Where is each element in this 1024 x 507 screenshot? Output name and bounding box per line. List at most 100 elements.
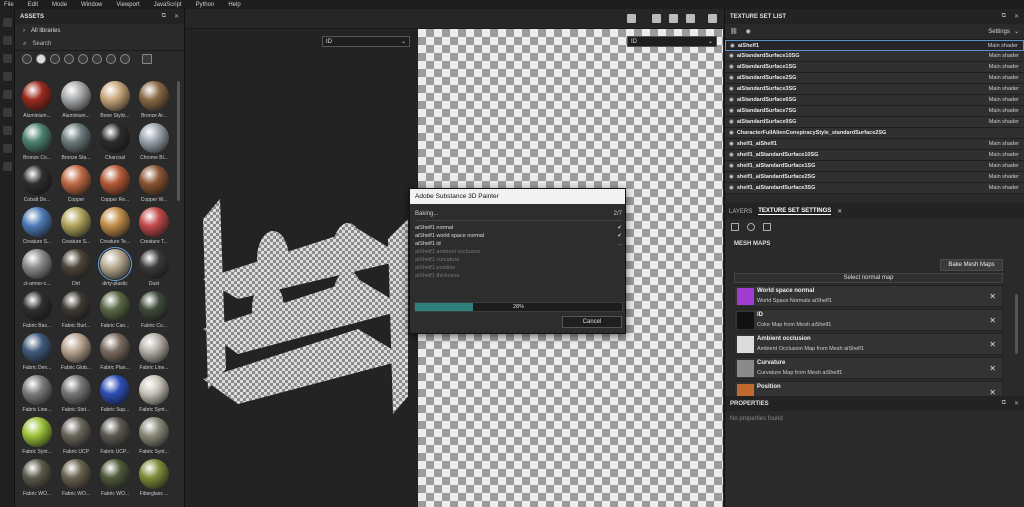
material-thumbnail[interactable]: Copper W... (136, 165, 172, 207)
texture-set-row[interactable]: ◉ shelf1_aiShelf1 Main shader (725, 139, 1024, 150)
texture-set-row[interactable]: ◉ shelf1_aiStandardSurface10SG Main shader (725, 150, 1024, 161)
shader-name[interactable]: Main shader (989, 119, 1019, 125)
menu-item[interactable]: JavaScript (154, 2, 182, 8)
texture-set-row[interactable]: ◉ shelf1_aiStandardSurface3SG Main shader (725, 183, 1024, 194)
material-thumbnail[interactable]: Creature T... (136, 207, 172, 249)
material-thumbnail[interactable]: Aluminium... (58, 81, 94, 123)
eye-icon[interactable]: ◉ (729, 75, 734, 81)
material-thumbnail[interactable]: Fabric Can... (97, 291, 133, 333)
eraser-tool-icon[interactable] (3, 36, 12, 45)
settings-button[interactable]: Settings (988, 29, 1010, 35)
material-thumbnail[interactable]: Fabric Synt... (136, 417, 172, 459)
select-normal-map-button[interactable]: Select normal map (734, 273, 1003, 283)
material-thumbnail[interactable]: Fabric UCP (58, 417, 94, 459)
remove-icon[interactable]: ✕ (989, 292, 996, 301)
clone-tool-icon[interactable] (3, 108, 12, 117)
tab-texture-set-settings[interactable]: TEXTURE SET SETTINGS (758, 208, 832, 215)
material-thumbnail[interactable]: Bronze Co... (19, 123, 55, 165)
material-thumbnail[interactable]: Aluminium... (19, 81, 55, 123)
remove-icon[interactable]: ✕ (989, 340, 996, 349)
shader-name[interactable]: Main shader (989, 53, 1019, 59)
shader-name[interactable]: Main shader (989, 141, 1019, 147)
paint-tool-icon[interactable] (3, 18, 12, 27)
menu-item[interactable]: Mode (52, 2, 67, 8)
bake-mesh-maps-button[interactable]: Bake Mesh Maps (940, 259, 1003, 271)
shader-name[interactable]: Main shader (988, 43, 1018, 49)
material-thumbnail[interactable]: Chrome Bl... (136, 123, 172, 165)
material-thumbnail[interactable]: Fabric Line... (19, 375, 55, 417)
remove-icon[interactable]: ✕ (989, 316, 996, 325)
material-thumbnail[interactable]: Cobalt De... (19, 165, 55, 207)
material-thumbnail[interactable]: Creature Te... (97, 207, 133, 249)
screenshot-icon[interactable] (708, 14, 717, 23)
close-icon[interactable]: ✕ (1014, 400, 1019, 407)
undock-icon[interactable]: ⧉ (1002, 13, 1006, 20)
eye-icon[interactable]: ◉ (729, 86, 734, 92)
eye-icon[interactable]: ◉ (730, 43, 735, 49)
menu-item[interactable]: Edit (28, 2, 38, 8)
tss-scrollbar[interactable] (1015, 294, 1018, 354)
shader-name[interactable]: Main shader (989, 86, 1019, 92)
close-icon[interactable]: ✕ (174, 13, 179, 20)
bake-icon[interactable] (3, 144, 12, 153)
chevron-down-icon[interactable]: ⌄ (1014, 28, 1019, 35)
material-thumbnail[interactable]: Copper Re... (97, 165, 133, 207)
shader-name[interactable]: Main shader (989, 75, 1019, 81)
eye-icon[interactable]: ◉ (729, 130, 734, 136)
material-thumbnail[interactable]: Bone Styliz... (97, 81, 133, 123)
menu-item[interactable]: Help (228, 2, 240, 8)
material-thumbnail[interactable]: Fabric Line... (136, 333, 172, 375)
texture-set-row[interactable]: ◉ aiStandardSurface6SG Main shader (725, 95, 1024, 106)
texture-set-row[interactable]: ◉ aiStandardSurface1SG Main shader (725, 62, 1024, 73)
texture-set-icon[interactable] (731, 223, 739, 231)
link-icon[interactable]: ⛓ (730, 28, 738, 35)
eye-icon[interactable]: ◉ (729, 108, 734, 114)
mesh-map-item[interactable]: World space normal World Space Normals ai… (734, 285, 1003, 307)
shader-name[interactable]: Main shader (989, 163, 1019, 169)
material-thumbnail[interactable]: Creature S... (58, 207, 94, 249)
eye-icon[interactable]: ◉ (729, 53, 734, 59)
texture-set-row[interactable]: ◉ CharacterFullAlienConspiracyStyle_stand… (725, 128, 1024, 139)
material-thumbnail[interactable]: Bronze Sta... (58, 123, 94, 165)
mask-filter-icon[interactable] (64, 54, 74, 64)
eye-icon[interactable]: ◉ (729, 119, 734, 125)
texture-set-row[interactable]: ◉ aiStandardSurface7SG Main shader (725, 106, 1024, 117)
chevron-right-icon[interactable]: › (23, 28, 25, 34)
mesh-map-item[interactable]: Curvature Curvature Map from Mesh aiShelf… (734, 357, 1003, 379)
pause-icon[interactable] (627, 14, 636, 23)
texture-set-row[interactable]: ◉ aiStandardSurface9SG Main shader (725, 117, 1024, 128)
channel-dropdown-3d[interactable]: ID ⌄ (322, 36, 410, 47)
mesh-map-item[interactable]: ID Color Map from Mesh aiShelf1 ✕ (734, 309, 1003, 331)
texture-set-row[interactable]: ◉ aiStandardSurface10SG Main shader (725, 51, 1024, 62)
menu-item[interactable]: Viewport (116, 2, 139, 8)
picker-tool-icon[interactable] (3, 126, 12, 135)
material-thumbnail[interactable]: ct-armor-c... (19, 249, 55, 291)
texture-set-row[interactable]: ◉ shelf1_aiStandardSurface2SG Main shader (725, 172, 1024, 183)
3d-view[interactable] (186, 29, 418, 507)
cancel-button[interactable]: Cancel (562, 316, 622, 328)
material-thumbnail[interactable]: Copper (58, 165, 94, 207)
material-filter-icon[interactable] (36, 54, 46, 64)
camera-icon[interactable] (652, 14, 661, 23)
material-thumbnail[interactable]: Fabric WO... (97, 459, 133, 501)
mesh-map-item[interactable]: Ambient occlusion Ambient Occlusion Map f… (734, 333, 1003, 355)
material-thumbnail[interactable]: Bronze Ar... (136, 81, 172, 123)
grid-view-icon[interactable] (142, 54, 152, 64)
material-thumbnail[interactable]: Dust (136, 249, 172, 291)
material-thumbnail[interactable]: Fabric Synt... (136, 375, 172, 417)
all-filter-icon[interactable] (22, 54, 32, 64)
geometry-mask-icon[interactable] (3, 72, 12, 81)
channel-dropdown-2d[interactable]: ID ⌄ (627, 36, 717, 47)
material-thumbnail[interactable]: Fabric Burl... (58, 291, 94, 333)
eye-icon[interactable]: ◉ (746, 28, 751, 35)
material-thumbnail[interactable]: Fiberglass ... (136, 459, 172, 501)
tab-layers[interactable]: LAYERS (729, 209, 752, 215)
texture-set-row[interactable]: ◉ aiShelf1 Main shader (725, 40, 1024, 51)
material-thumbnail[interactable]: Fabric UCP... (97, 417, 133, 459)
texture-set-row[interactable]: ◉ aiStandardSurface2SG Main shader (725, 73, 1024, 84)
undock-icon[interactable]: ⧉ (162, 13, 166, 20)
mesh-maps-icon[interactable] (763, 223, 771, 231)
menu-item[interactable]: Python (196, 2, 215, 8)
material-thumbnail[interactable]: Charcoal (97, 123, 133, 165)
material-thumbnail[interactable]: Fabric Glob... (58, 333, 94, 375)
